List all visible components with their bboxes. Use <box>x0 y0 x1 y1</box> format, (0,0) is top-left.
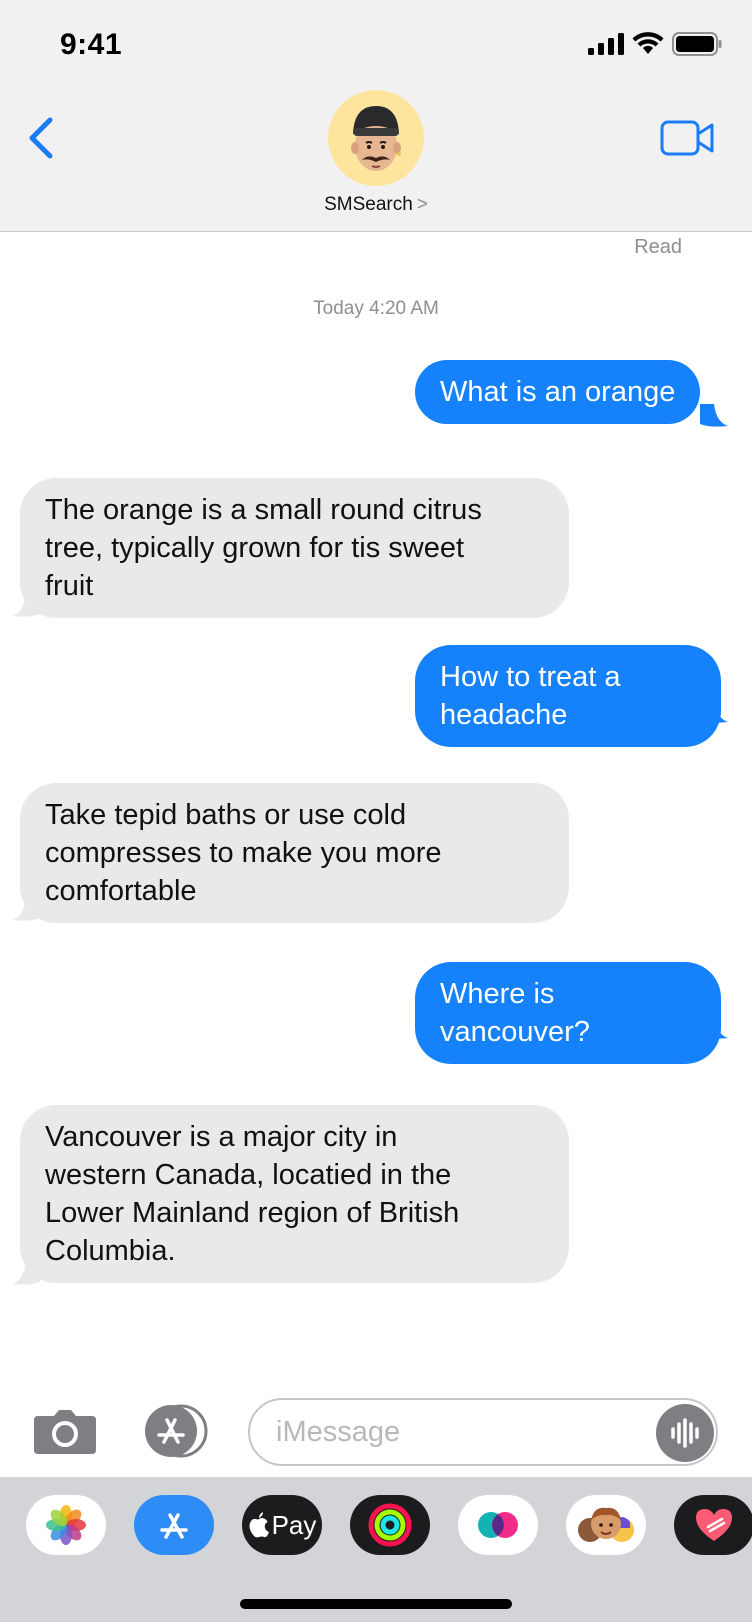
read-receipt: Read <box>634 236 682 258</box>
waveform-icon <box>671 1418 699 1448</box>
cellular-signal-icon <box>588 33 624 55</box>
message-text-line: headache <box>440 699 568 731</box>
outgoing-bubble-tail <box>700 404 728 427</box>
message-text-line: Columbia. <box>45 1235 176 1267</box>
contact-name: SMSearch <box>324 194 413 215</box>
activity-app-button[interactable] <box>350 1495 430 1555</box>
message-bubble-outgoing[interactable]: How to treat a headache <box>415 645 721 747</box>
wifi-icon <box>632 32 664 54</box>
message-text: What is an orange <box>440 376 676 408</box>
message-bubble-outgoing[interactable]: What is an orange <box>415 360 701 424</box>
message-text-line: Where is <box>440 978 555 1010</box>
activity-rings-icon <box>368 1503 412 1547</box>
apple-pay-icon <box>249 1512 269 1538</box>
digital-touch-icon <box>478 1512 518 1538</box>
message-text-line: The orange is a small round citrus <box>45 494 482 526</box>
chevron-right-icon: > <box>416 194 428 215</box>
message-timestamp: Today 4:20 AM <box>313 298 439 319</box>
home-indicator[interactable] <box>240 1599 512 1609</box>
heart-music-icon <box>696 1509 732 1541</box>
message-text-line: western Canada, locatied in the <box>45 1159 452 1191</box>
message-text-line: How to treat a <box>440 661 621 693</box>
message-bubble-incoming[interactable]: Take tepid baths or use cold compresses … <box>20 783 569 923</box>
navigation-header: 9:41 SMSearch > <box>0 0 752 232</box>
message-bubble-outgoing[interactable]: Where is vancouver? <box>415 962 721 1064</box>
imessage-input[interactable] <box>248 1398 718 1466</box>
back-chevron-icon[interactable] <box>22 112 62 164</box>
digital-touch-app-button[interactable] <box>458 1495 538 1555</box>
message-text-line: Take tepid baths or use cold <box>45 799 407 831</box>
message-bubble-incoming[interactable]: Vancouver is a major city in western Can… <box>20 1105 569 1283</box>
contact-avatar[interactable] <box>328 90 424 186</box>
photos-app-button[interactable] <box>26 1495 106 1555</box>
apple-pay-app-button[interactable]: Pay <box>242 1495 322 1555</box>
apple-pay-label: Pay <box>271 1509 317 1540</box>
audio-message-button[interactable] <box>656 1404 714 1462</box>
memoji-stickers-app-button[interactable] <box>566 1495 646 1555</box>
camera-icon[interactable] <box>34 1408 96 1454</box>
app-store-drawer-icon[interactable] <box>138 1404 212 1458</box>
message-bubble-incoming[interactable]: The orange is a small round citrus tree,… <box>20 478 569 618</box>
memoji-icon <box>578 1507 634 1542</box>
message-text-line: Lower Mainland region of British <box>45 1197 460 1229</box>
message-text-line: vancouver? <box>440 1016 590 1048</box>
photos-icon <box>46 1505 86 1545</box>
app-store-icon <box>160 1513 188 1539</box>
message-text-line: tree, typically grown for tis sweet <box>45 532 465 564</box>
battery-icon <box>672 32 722 56</box>
music-app-button[interactable] <box>674 1495 752 1555</box>
message-text-line: comfortable <box>45 875 197 907</box>
contact-name-button[interactable]: SMSearch > <box>0 194 752 216</box>
message-text-line: fruit <box>45 570 94 602</box>
facetime-video-icon[interactable] <box>660 118 716 158</box>
status-icons <box>588 32 722 56</box>
status-time: 9:41 <box>60 28 123 61</box>
memoji-avatar-icon <box>351 106 401 171</box>
app-drawer: Pay <box>0 1477 752 1622</box>
app-store-app-button[interactable] <box>134 1495 214 1555</box>
message-text-line: Vancouver is a major city in <box>45 1121 398 1153</box>
message-text-line: compresses to make you more <box>45 837 442 869</box>
